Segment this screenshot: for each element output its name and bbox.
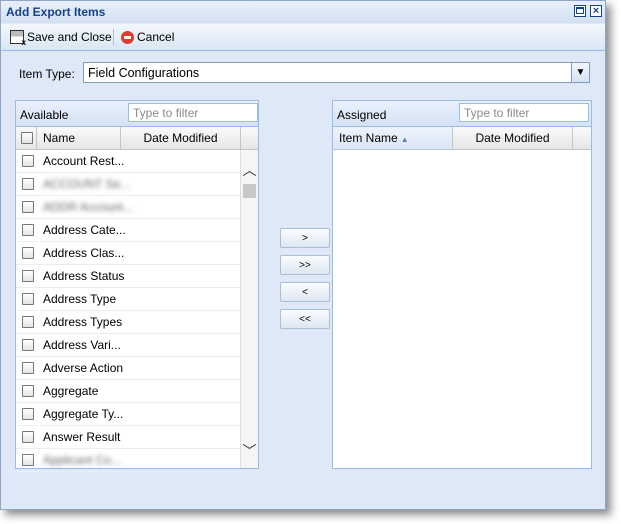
scroll-up-icon[interactable]: ︿ (241, 163, 258, 177)
list-item-label: Address Types (43, 315, 123, 329)
dialog-title: Add Export Items (6, 5, 106, 19)
row-checkbox[interactable] (22, 408, 34, 420)
assigned-panel: Assigned Item Name▲ Date Modified (332, 100, 592, 469)
sort-ascending-icon: ▲ (400, 135, 409, 144)
add-all-button[interactable]: >> (280, 255, 330, 275)
add-export-items-dialog: Add Export Items × Save and Close Cancel… (0, 0, 606, 510)
item-type-value: Field Configurations (88, 66, 200, 80)
column-date-modified[interactable]: Date Modified (121, 127, 241, 149)
available-panel: Available Name Date Modified Account Res… (15, 100, 259, 472)
row-checkbox[interactable] (22, 362, 34, 374)
list-item-label: ACCOUNT Se... (43, 177, 131, 191)
scroll-down-icon[interactable]: ﹀ (241, 444, 258, 458)
list-item[interactable]: ACCOUNT Se... (16, 173, 241, 196)
row-checkbox[interactable] (22, 178, 34, 190)
chevron-down-icon[interactable]: ▼ (571, 63, 589, 82)
remove-all-button[interactable]: << (280, 309, 330, 329)
add-button[interactable]: > (280, 228, 330, 248)
close-icon[interactable]: × (590, 5, 602, 17)
remove-button[interactable]: < (280, 282, 330, 302)
assigned-filter-input[interactable] (459, 103, 589, 122)
row-checkbox[interactable] (22, 316, 34, 328)
list-item[interactable]: Address Vari... (16, 334, 241, 357)
toolbar-separator (113, 29, 114, 45)
list-item[interactable]: ADDR Account... (16, 196, 241, 219)
save-and-close-button[interactable]: Save and Close (10, 29, 112, 47)
row-checkbox[interactable] (22, 247, 34, 259)
available-title: Available (20, 108, 69, 122)
list-item-label: Address Status (43, 269, 125, 283)
list-item[interactable]: Address Clas... (16, 242, 241, 265)
list-item[interactable]: Address Status (16, 265, 241, 288)
select-all-cell (16, 127, 37, 149)
item-type-label: Item Type: (19, 67, 75, 81)
list-item-label: Answer Result (43, 430, 121, 444)
list-item-label: Address Type (43, 292, 117, 306)
row-checkbox[interactable] (22, 155, 34, 167)
list-item[interactable]: Address Type (16, 288, 241, 311)
column-item-name[interactable]: Item Name ▲ (333, 127, 453, 149)
dialog-titlebar: Add Export Items × (1, 1, 605, 23)
list-item[interactable]: Address Cate... (16, 219, 241, 242)
column-name[interactable]: Name (37, 127, 121, 149)
available-filter-input[interactable] (128, 103, 258, 122)
list-item-label: Address Vari... (43, 338, 121, 352)
column-assigned-date-modified[interactable]: Date Modified (453, 127, 573, 149)
cancel-icon (121, 30, 134, 44)
list-item[interactable]: Adverse Action (16, 357, 241, 380)
list-item[interactable]: Account Rest... (16, 150, 241, 173)
assigned-column-header: Item Name ▲ Date Modified (333, 127, 591, 150)
available-scrollbar[interactable]: ︿ ﹀ (240, 150, 258, 468)
scrollbar-thumb[interactable] (243, 184, 256, 198)
row-checkbox[interactable] (22, 339, 34, 351)
save-icon (10, 30, 26, 47)
list-item-label: Aggregate Ty... (43, 407, 124, 421)
list-item-label: Aggregate (43, 384, 99, 398)
maximize-icon[interactable] (574, 5, 586, 17)
row-checkbox[interactable] (22, 431, 34, 443)
assigned-header: Assigned (333, 101, 591, 127)
dialog-toolbar: Save and Close Cancel (1, 24, 605, 51)
list-item-label: Address Clas... (43, 246, 125, 260)
list-item[interactable]: Aggregate Ty... (16, 403, 241, 426)
save-and-close-label: Save and Close (27, 30, 112, 44)
row-checkbox[interactable] (22, 201, 34, 213)
row-checkbox[interactable] (22, 270, 34, 282)
row-checkbox[interactable] (22, 454, 34, 466)
item-type-combo[interactable]: Field Configurations ▼ (83, 62, 590, 83)
list-item-label: Applicant Co... (43, 453, 122, 467)
list-item-label: ADDR Account... (43, 200, 134, 214)
list-item-label: Account Rest... (43, 154, 125, 168)
available-column-header: Name Date Modified (16, 127, 258, 150)
row-checkbox[interactable] (22, 224, 34, 236)
list-item[interactable]: Answer Result (16, 426, 241, 449)
row-checkbox[interactable] (22, 293, 34, 305)
list-item[interactable]: Applicant Co... (16, 449, 241, 472)
list-item[interactable]: Aggregate (16, 380, 241, 403)
row-checkbox[interactable] (22, 385, 34, 397)
select-all-checkbox[interactable] (21, 132, 33, 144)
list-item-label: Adverse Action (43, 361, 124, 375)
assigned-title: Assigned (337, 108, 387, 122)
list-item[interactable]: Address Types (16, 311, 241, 334)
available-header: Available (16, 101, 258, 127)
available-list: Account Rest... ACCOUNT Se... ADDR Account… (16, 150, 241, 472)
cancel-label: Cancel (137, 30, 175, 44)
item-name-label: Item Name (339, 131, 398, 145)
list-item-label: Address Cate... (43, 223, 126, 237)
cancel-button[interactable]: Cancel (121, 29, 174, 45)
